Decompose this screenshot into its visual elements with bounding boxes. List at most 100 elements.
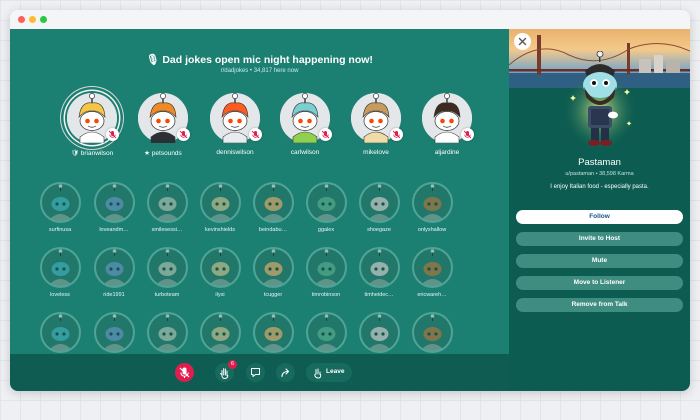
profile-avatar bbox=[561, 50, 639, 151]
listener-dim-overlay bbox=[95, 249, 133, 286]
listener-dim-overlay bbox=[413, 249, 451, 286]
listener-avatar bbox=[305, 312, 347, 353]
listener-avatar bbox=[358, 312, 400, 353]
minimize-window-dot[interactable] bbox=[29, 16, 36, 23]
share-arrow-icon bbox=[281, 368, 290, 378]
talk-title: 🎙 Dad jokes open mic night happening now… bbox=[146, 54, 373, 66]
speaker-name: aljardine bbox=[434, 149, 460, 156]
listener-dim-overlay bbox=[360, 184, 398, 221]
close-window-dot[interactable] bbox=[18, 16, 25, 23]
talk-stage: 🎙 Dad jokes open mic night happening now… bbox=[10, 29, 509, 391]
chat-bubble-icon bbox=[251, 368, 260, 377]
speaker-tile[interactable]: carlwilson bbox=[270, 93, 340, 156]
raise-hand-button[interactable]: 6 bbox=[215, 360, 237, 382]
listener-dim-overlay bbox=[413, 314, 451, 351]
listener-dim-overlay bbox=[41, 249, 79, 286]
listener-dim-overlay bbox=[148, 184, 186, 221]
listener-dim-overlay bbox=[201, 314, 239, 351]
follow-button[interactable]: Follow bbox=[516, 210, 683, 224]
listener-avatar bbox=[93, 312, 135, 353]
chat-button[interactable] bbox=[246, 363, 265, 382]
listener-avatar bbox=[93, 182, 135, 223]
listener-tile[interactable] bbox=[299, 312, 353, 357]
listener-dim-overlay bbox=[413, 184, 451, 221]
listener-avatar bbox=[252, 312, 294, 353]
listener-tile[interactable] bbox=[405, 312, 459, 357]
listener-name: ggalex bbox=[317, 227, 335, 233]
speaker-name: denniswilson bbox=[216, 149, 254, 156]
speaker-muted-badge bbox=[249, 128, 262, 141]
listener-avatar bbox=[411, 182, 453, 223]
listener-avatar bbox=[358, 182, 400, 223]
listener-avatar bbox=[358, 247, 400, 288]
listener-tile[interactable] bbox=[140, 312, 194, 357]
profile-meta: u/pastaman • 38,598 Karma bbox=[565, 171, 634, 177]
app-window: 🎙 Dad jokes open mic night happening now… bbox=[10, 10, 690, 391]
mute-button[interactable]: Mute bbox=[516, 254, 683, 268]
listener-tile[interactable]: beindabu… bbox=[246, 182, 300, 233]
listener-name: tcugger bbox=[263, 292, 283, 298]
listener-avatar bbox=[252, 247, 294, 288]
share-button[interactable] bbox=[276, 363, 295, 382]
listener-dim-overlay bbox=[254, 249, 292, 286]
listener-dim-overlay bbox=[95, 314, 133, 351]
raise-hand-count-badge: 6 bbox=[228, 360, 237, 369]
listener-tile[interactable]: kevinshields bbox=[193, 182, 247, 233]
leave-button[interactable]: Leave bbox=[306, 363, 352, 382]
peace-hand-icon bbox=[314, 368, 322, 379]
listener-dim-overlay bbox=[148, 314, 186, 351]
listener-dim-overlay bbox=[307, 314, 345, 351]
speaker-tile[interactable]: aljardine bbox=[412, 93, 482, 156]
speaker-avatar bbox=[210, 93, 262, 144]
remove-from-talk-button[interactable]: Remove from Talk bbox=[516, 298, 683, 312]
listener-avatar bbox=[305, 182, 347, 223]
listener-name: turboteam bbox=[154, 292, 180, 298]
invite-to-host-button[interactable]: Invite to Host bbox=[516, 232, 683, 246]
listener-avatar bbox=[199, 312, 241, 353]
mic-toggle-button[interactable] bbox=[175, 363, 194, 382]
move-to-listener-button[interactable]: Move to Listener bbox=[516, 276, 683, 290]
listener-avatar bbox=[39, 182, 81, 223]
speaker-tile[interactable]: denniswilson bbox=[200, 93, 270, 156]
listener-tile[interactable] bbox=[193, 312, 247, 357]
listener-avatar bbox=[39, 247, 81, 288]
mic-off-icon bbox=[179, 130, 188, 139]
speaker-tile[interactable]: ★ petsounds bbox=[128, 93, 198, 157]
listener-dim-overlay bbox=[41, 314, 79, 351]
listener-tile[interactable]: loveandm… bbox=[87, 182, 141, 233]
listener-tile[interactable]: shoegaze bbox=[352, 182, 406, 233]
listener-tile[interactable]: ilysi bbox=[193, 247, 247, 298]
listener-tile[interactable] bbox=[352, 312, 406, 357]
speaker-tile[interactable]: 🛡 brianwilson bbox=[57, 93, 127, 157]
talk-subtitle: r/dadjokes • 34,817 here now bbox=[220, 68, 299, 74]
speaker-avatar bbox=[67, 93, 119, 144]
listener-dim-overlay bbox=[254, 184, 292, 221]
listener-tile[interactable]: timheidec… bbox=[352, 247, 406, 298]
speaker-tile[interactable]: mikelove bbox=[341, 93, 411, 156]
listener-tile[interactable]: tcugger bbox=[246, 247, 300, 298]
listener-name: surfinusa bbox=[48, 227, 72, 233]
listener-tile[interactable]: ericwareh… bbox=[405, 247, 459, 298]
listener-tile[interactable]: loveless bbox=[33, 247, 87, 298]
listener-tile[interactable] bbox=[87, 312, 141, 357]
speaker-muted-badge bbox=[390, 128, 403, 141]
maximize-window-dot[interactable] bbox=[40, 16, 47, 23]
listener-avatar bbox=[252, 182, 294, 223]
close-profile-button[interactable] bbox=[514, 33, 531, 50]
listener-tile[interactable]: timrobinson bbox=[299, 247, 353, 298]
listener-name: ride1991 bbox=[103, 292, 125, 298]
listener-tile[interactable]: onlyshallow bbox=[405, 182, 459, 233]
listener-tile[interactable]: ride1991 bbox=[87, 247, 141, 298]
listener-avatar bbox=[411, 247, 453, 288]
listener-tile[interactable]: ggalex bbox=[299, 182, 353, 233]
listener-tile[interactable] bbox=[246, 312, 300, 357]
listener-tile[interactable]: turboteam bbox=[140, 247, 194, 298]
listener-name: ericwareh… bbox=[417, 292, 447, 298]
listener-avatar bbox=[146, 312, 188, 353]
mic-off-icon bbox=[108, 130, 117, 139]
listener-tile[interactable]: smilesessi… bbox=[140, 182, 194, 233]
listener-tile[interactable] bbox=[33, 312, 87, 357]
listener-name: loveless bbox=[50, 292, 70, 298]
close-icon bbox=[518, 37, 527, 46]
listener-tile[interactable]: surfinusa bbox=[33, 182, 87, 233]
